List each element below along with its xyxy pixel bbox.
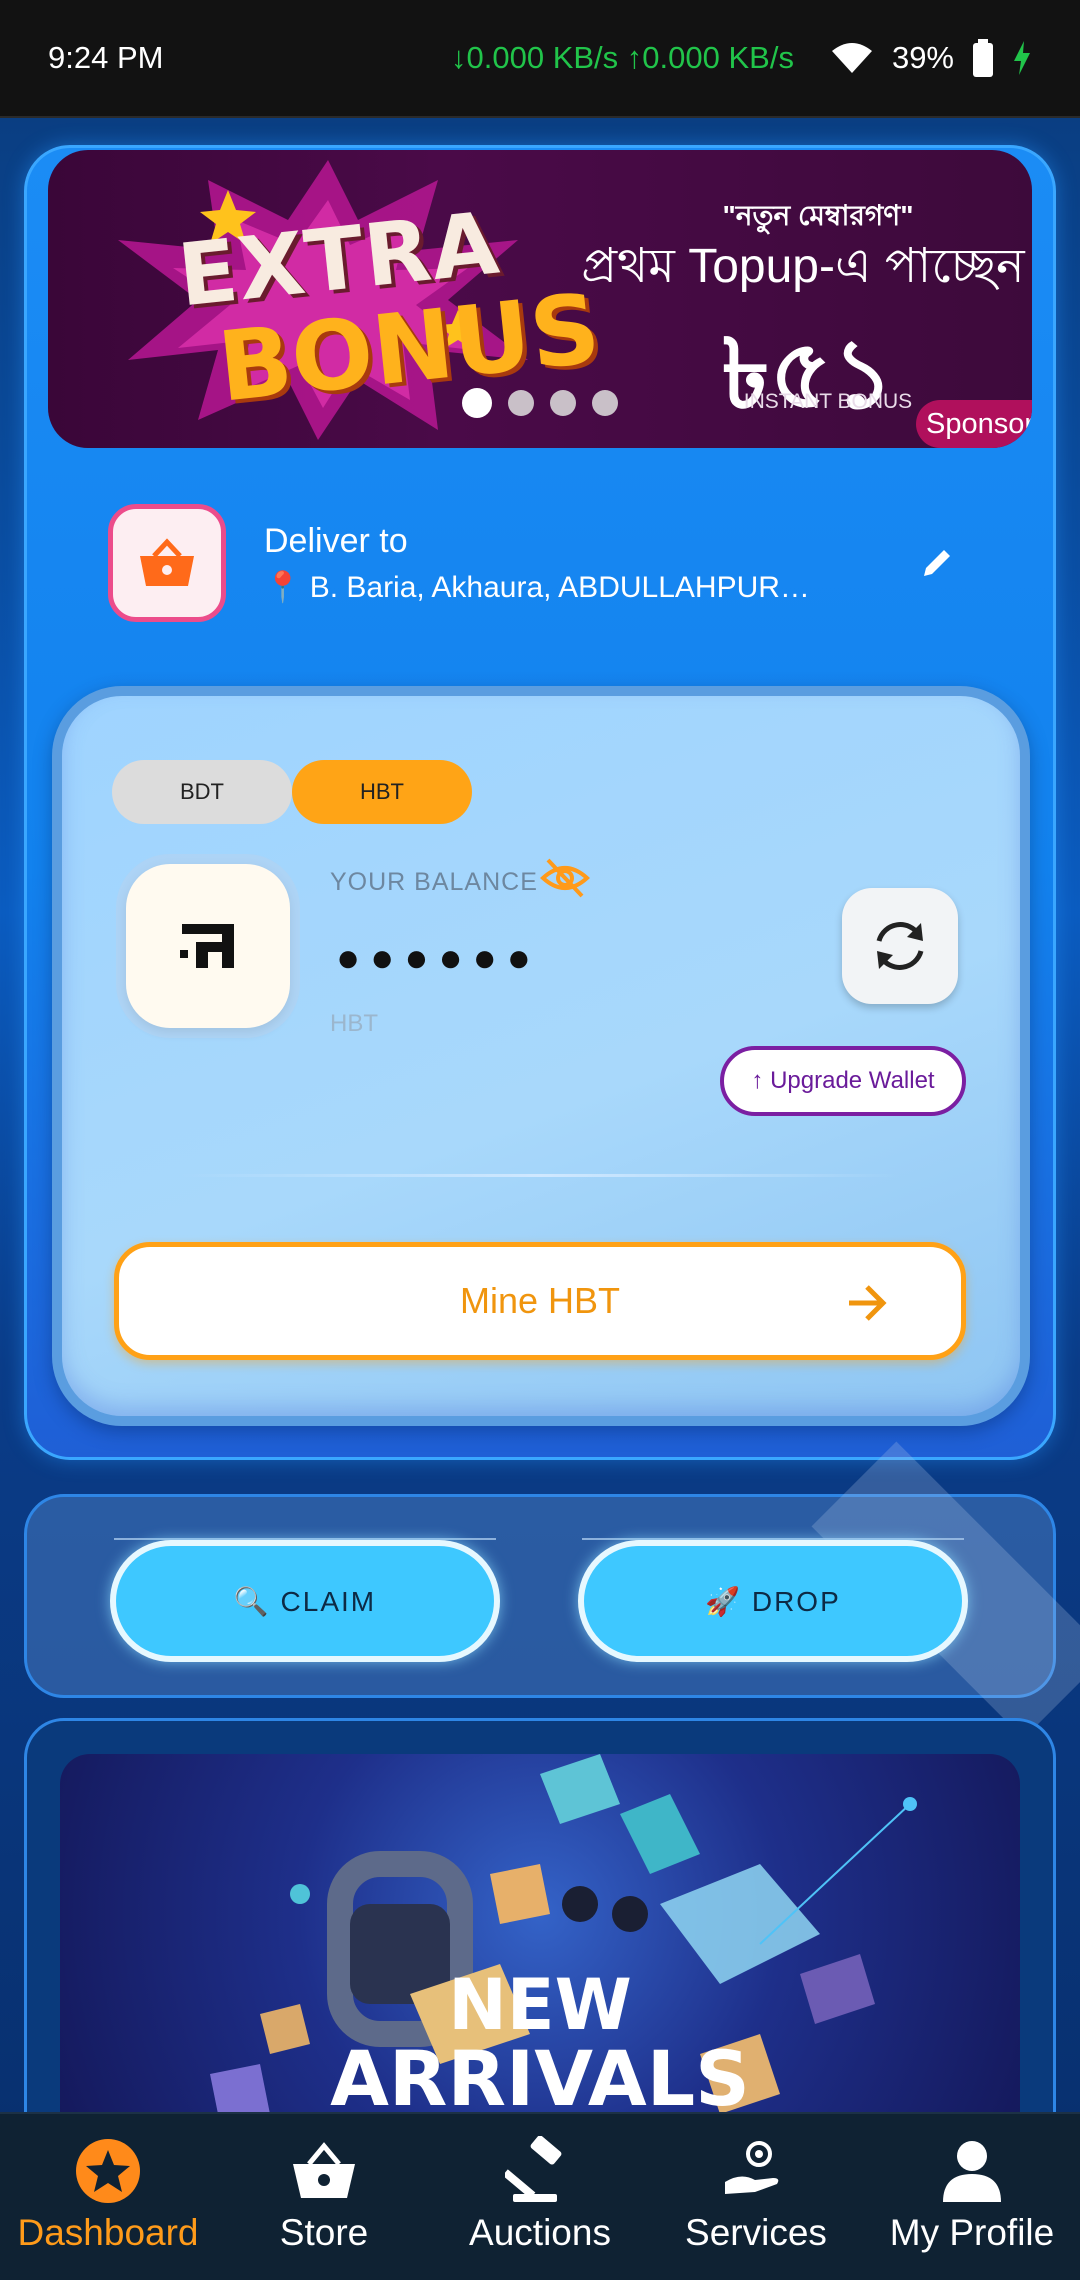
upgrade-wallet-button[interactable]: ↑ Upgrade Wallet (720, 1046, 966, 1116)
card-divider (180, 1174, 900, 1177)
balance-value: ●●●●●● (336, 936, 541, 980)
status-bar: 9:24 PM ↓0.000 KB/s ↑0.000 KB/s 39% (0, 0, 1080, 118)
banner-headline: প্রথম Topup-এ পাচ্ছেন (581, 240, 1025, 293)
pagination-dot[interactable] (462, 388, 492, 418)
network-speed: ↓0.000 KB/s ↑0.000 KB/s (451, 40, 794, 75)
basket-icon (293, 2142, 355, 2198)
basket-icon (140, 538, 194, 586)
gavel-icon (505, 2136, 562, 2202)
battery-percent: 39% (891, 40, 954, 75)
charging-icon (1014, 41, 1030, 75)
banner-subtitle: INSTANT BONUS (743, 390, 913, 413)
wallet-logo (126, 864, 290, 1028)
tab-bdt[interactable]: BDT (112, 760, 292, 824)
banner-pagination (462, 388, 618, 418)
deliver-address[interactable]: 📍 B. Baria, Akhaura, ABDULLAHPUR… (264, 570, 854, 605)
nav-services[interactable]: Services (648, 2114, 864, 2280)
mine-hbt-label: Mine HBT (459, 1280, 621, 1321)
arrivals-title-line2: ARRIVALS (330, 2034, 750, 2123)
banner-amount: ৳৫১ (721, 321, 895, 428)
pagination-dot[interactable] (592, 390, 618, 416)
battery-icon (973, 39, 993, 77)
refresh-icon (876, 922, 924, 970)
nav-label: My Profile (889, 2212, 1055, 2253)
pagination-dot[interactable] (550, 390, 576, 416)
nav-my-profile[interactable]: My Profile (864, 2114, 1080, 2280)
nav-label: Dashboard (17, 2212, 199, 2253)
new-arrivals-banner[interactable]: NEW ARRIVALS (60, 1754, 1020, 2154)
arrow-right-icon (849, 1285, 887, 1321)
claim-button[interactable]: 🔍 CLAIM (110, 1540, 500, 1662)
profile-icon (943, 2141, 1001, 2202)
wifi-icon (831, 43, 872, 73)
basket-icon-button[interactable] (108, 504, 226, 622)
nav-label: Services (685, 2212, 827, 2253)
nav-store[interactable]: Store (216, 2114, 432, 2280)
mine-hbt-button[interactable]: Mine HBT (114, 1242, 966, 1360)
star-icon (76, 2139, 140, 2203)
currency-toggle: BDT HBT (112, 760, 472, 824)
balance-label: YOUR BALANCE (330, 868, 538, 896)
nav-auctions[interactable]: Auctions (432, 2114, 648, 2280)
services-icon (725, 2141, 779, 2194)
nav-label: Store (279, 2212, 369, 2253)
refresh-button[interactable] (842, 888, 958, 1004)
tab-hbt[interactable]: HBT (292, 760, 472, 824)
deliver-title: Deliver to (264, 522, 408, 560)
sponsored-badge: Sponsored (916, 400, 1032, 448)
bottom-navigation: Dashboard Store Auctions Services My Pro… (0, 2112, 1080, 2280)
nav-label: Auctions (469, 2212, 611, 2253)
balance-unit: HBT (330, 1010, 378, 1037)
drop-button[interactable]: 🚀 DROP (578, 1540, 968, 1662)
pagination-dot[interactable] (508, 390, 534, 416)
hbt-logo-icon (180, 924, 234, 968)
nav-dashboard[interactable]: Dashboard (0, 2114, 216, 2280)
status-time: 9:24 PM (48, 40, 164, 75)
pencil-icon[interactable] (920, 546, 954, 580)
eye-off-icon[interactable] (540, 856, 590, 900)
